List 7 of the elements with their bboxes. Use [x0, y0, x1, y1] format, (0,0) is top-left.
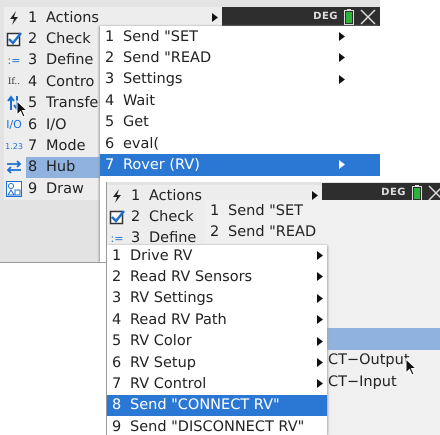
assign-icon: :=: [107, 232, 127, 245]
assign-icon: :=: [4, 54, 24, 67]
angle-mode: DEG: [313, 11, 338, 22]
angle-mode: DEG: [381, 187, 406, 198]
number-icon: 1.23: [4, 142, 24, 151]
io-icon: I/O: [4, 118, 24, 132]
condition-icon: If..: [4, 76, 24, 87]
